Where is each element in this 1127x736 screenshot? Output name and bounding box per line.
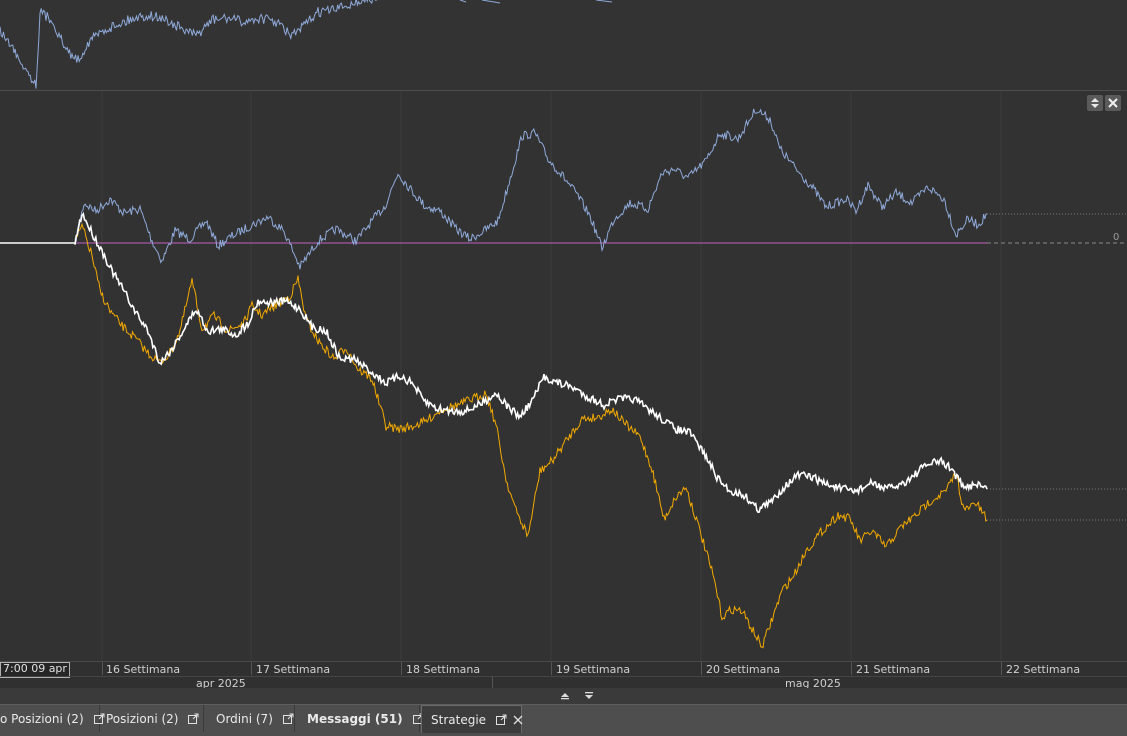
week-tick	[401, 662, 402, 675]
price-series-fragment	[595, 0, 613, 3]
time-axis[interactable]: 7:00 09 apr 16 Settimana 17 Settimana 18…	[0, 661, 1127, 690]
tab-messaggi[interactable]: Messaggi (51)	[295, 705, 424, 732]
tab-posizioni[interactable]: Posizioni (2)	[100, 705, 204, 732]
bottom-tab-bar: o Posizioni (2) Posizioni (2) Ordini (7)…	[0, 704, 1127, 736]
price-series-fragment	[481, 0, 501, 4]
week-tick	[551, 662, 552, 675]
blue-series-line	[74, 108, 988, 270]
up-down-arrows-icon	[1091, 98, 1099, 108]
tab-strategie[interactable]: Strategie	[421, 705, 523, 733]
close-icon[interactable]	[513, 715, 523, 725]
price-series-fragment	[459, 0, 467, 3]
tab-ordini[interactable]: Ordini (7)	[204, 705, 295, 732]
expand-panel-button[interactable]	[558, 690, 572, 702]
week-label: 18 Settimana	[406, 663, 481, 676]
week-tick	[701, 662, 702, 675]
week-label: 21 Settimana	[856, 663, 931, 676]
week-label: 19 Settimana	[556, 663, 631, 676]
week-tick	[851, 662, 852, 675]
white-series-line	[74, 211, 988, 514]
price-chart	[0, 0, 613, 89]
week-label: 16 Settimana	[106, 663, 181, 676]
popout-icon[interactable]	[188, 713, 199, 724]
indicator-chart-pane[interactable]	[0, 91, 1127, 661]
week-label: 22 Settimana	[1006, 663, 1081, 676]
pane-resize-button[interactable]	[1087, 95, 1103, 111]
week-label: 17 Settimana	[256, 663, 331, 676]
chart-grid	[101, 91, 1002, 661]
pane-close-button[interactable]	[1105, 95, 1121, 111]
arrow-up-icon	[561, 693, 569, 700]
close-icon	[1108, 98, 1118, 108]
popout-icon[interactable]	[496, 714, 507, 725]
week-tick	[102, 662, 103, 675]
arrow-down-icon	[585, 692, 593, 699]
week-label: 20 Settimana	[706, 663, 781, 676]
tab-label: Strategie	[431, 712, 487, 727]
zero-price-label: 0	[1113, 232, 1120, 243]
price-chart-pane[interactable]	[0, 0, 1127, 90]
price-series-line	[0, 0, 380, 89]
indicator-chart	[0, 91, 1127, 661]
tab-storico-posizioni[interactable]: o Posizioni (2)	[0, 705, 105, 732]
tab-label: o Posizioni (2)	[0, 711, 84, 726]
collapse-panel-button[interactable]	[582, 690, 596, 702]
orange-series-line	[74, 222, 988, 649]
tab-label: Posizioni (2)	[106, 711, 179, 726]
tab-label: Ordini (7)	[216, 711, 273, 726]
tab-label: Messaggi (51)	[307, 711, 403, 726]
popout-icon[interactable]	[282, 713, 294, 724]
week-tick	[1001, 662, 1002, 675]
panel-toggle-bar	[0, 688, 1127, 704]
week-tick	[251, 662, 252, 675]
